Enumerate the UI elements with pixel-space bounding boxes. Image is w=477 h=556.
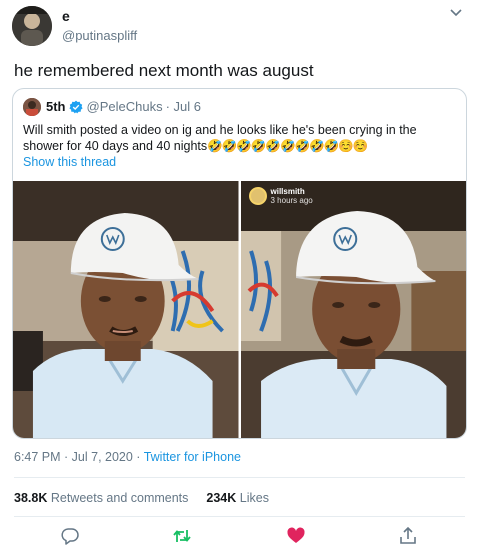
quoted-tweet-text: Will smith posted a video on ig and he l… [23,122,459,154]
quoted-emoji: 🤣🤣🤣🤣🤣🤣🤣🤣🤣☺️☺️ [207,139,368,153]
verified-badge-icon [68,100,83,114]
quoted-media: willsmith 3 hours ago [13,181,466,438]
author-name[interactable]: e [62,8,137,25]
chevron-down-icon[interactable] [449,8,463,18]
tweet: e @putinaspliff he remembered next month… [0,0,477,556]
tweet-stats: 38.8K Retweets and comments 234K Likes [14,491,269,505]
like-icon[interactable] [286,526,306,546]
divider [14,477,465,478]
divider [14,516,465,517]
tweet-meta: 6:47 PM · Jul 7, 2020 · Twitter for iPho… [14,450,241,464]
instagram-time: 3 hours ago [270,196,313,205]
retweets-count: 38.8K [14,491,48,505]
instagram-avatar [248,187,267,205]
likes-stat[interactable]: 234K Likes [206,491,269,505]
likes-count: 234K [206,491,237,505]
likes-label: Likes [239,491,269,505]
photo-1[interactable] [13,181,239,438]
show-thread-link[interactable]: Show this thread [23,155,116,169]
instagram-username: willsmith [270,187,305,196]
retweets-stat[interactable]: 38.8K Retweets and comments [14,491,188,505]
instagram-overlay: willsmith 3 hours ago [248,187,313,205]
tweet-timestamp[interactable]: 6:47 PM · Jul 7, 2020 · [14,450,144,464]
quoted-tweet[interactable]: 5th @PeleChuks · Jul 6 Will smith posted… [12,88,467,439]
retweets-label: Retweets and comments [50,491,189,505]
tweet-source[interactable]: Twitter for iPhone [144,450,241,464]
share-icon[interactable] [398,526,418,546]
quoted-author-handle: @PeleChuks [86,99,163,114]
photo-2[interactable]: willsmith 3 hours ago [240,181,466,438]
author-info: e @putinaspliff [62,8,137,44]
author-handle[interactable]: @putinaspliff [62,27,137,44]
tweet-text: he remembered next month was august [14,61,314,80]
quoted-author-name: 5th [46,99,66,114]
author-avatar[interactable] [12,6,52,46]
retweet-icon[interactable] [172,526,192,546]
quoted-date: · Jul 6 [165,99,201,114]
action-bar [0,524,477,550]
quoted-tweet-header: 5th @PeleChuks · Jul 6 [23,98,201,116]
reply-icon[interactable] [60,526,80,546]
quoted-author-avatar [23,98,41,116]
